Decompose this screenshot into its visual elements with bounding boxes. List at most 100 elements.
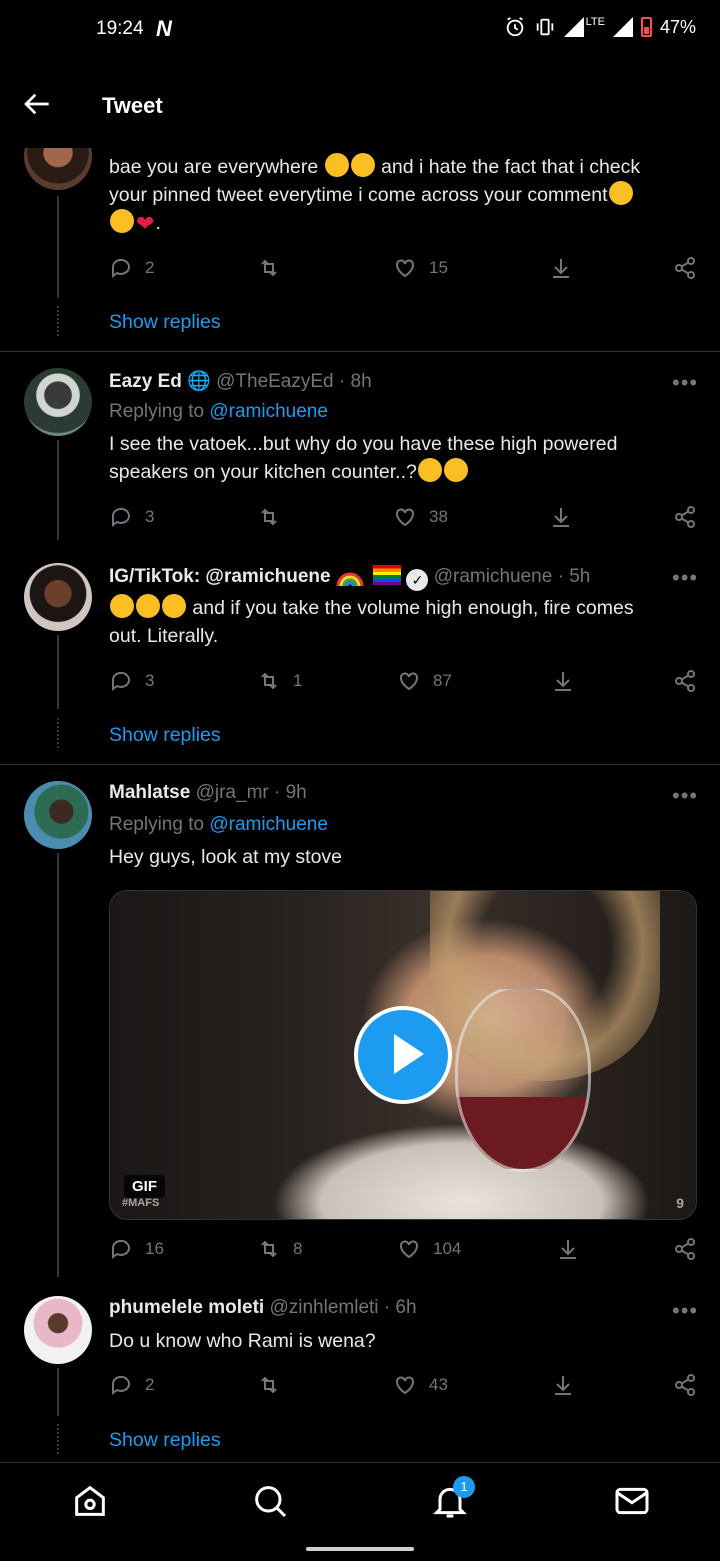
search-icon[interactable]	[250, 1481, 290, 1521]
battery-icon	[640, 17, 652, 37]
avatar[interactable]	[24, 781, 92, 849]
share-button[interactable]	[673, 505, 697, 529]
reply-button[interactable]: 2	[109, 1373, 154, 1397]
notification-count-badge: 1	[453, 1476, 475, 1498]
share-icon	[675, 1374, 695, 1396]
tweet-author-line: phumelele moleti @zinhlemleti · 6h	[109, 1297, 417, 1319]
retweet-button[interactable]: 1	[257, 669, 302, 693]
more-options-button[interactable]: •••	[672, 565, 698, 591]
tweet-time: · 5h	[557, 566, 591, 587]
reply-count: 3	[145, 671, 155, 690]
author-handle[interactable]: @TheEazyEd	[216, 371, 334, 392]
like-count: 38	[429, 507, 448, 526]
author-handle[interactable]: @jra_mr	[196, 782, 269, 803]
share-button[interactable]	[673, 669, 697, 693]
more-options-button[interactable]: •••	[672, 783, 698, 809]
play-button-icon[interactable]	[354, 1006, 452, 1104]
divider	[0, 351, 720, 352]
tweet-actions: 3 1 87	[109, 669, 699, 697]
share-icon	[675, 670, 695, 692]
wine-glass-shape	[455, 986, 591, 1172]
tweet-text: I see the vatoek...but why do you have t…	[109, 433, 618, 483]
mention-link[interactable]: @ramichuene	[209, 814, 328, 835]
download-button[interactable]	[549, 256, 573, 280]
rainbow-emoji	[336, 572, 364, 586]
retweet-count: 1	[293, 671, 303, 690]
retweet-button[interactable]	[257, 1373, 293, 1397]
like-button[interactable]: 15	[393, 256, 448, 280]
heart-icon	[396, 259, 414, 278]
avatar[interactable]	[24, 1296, 92, 1364]
status-bar: 19:24 N LTE 47%	[0, 0, 720, 60]
home-indicator	[306, 1547, 414, 1551]
author-handle[interactable]: @ramichuene	[434, 566, 553, 587]
reply-button[interactable]: 16	[109, 1237, 164, 1261]
avatar[interactable]	[24, 368, 92, 436]
signal-icon	[563, 17, 584, 37]
messages-icon[interactable]	[612, 1481, 652, 1521]
tweet-time: · 6h	[383, 1297, 417, 1318]
like-button[interactable]: 38	[393, 505, 448, 529]
replying-to: Replying to @ramichuene	[109, 814, 328, 835]
reply-button[interactable]: 3	[109, 669, 154, 693]
retweet-button[interactable]	[257, 505, 293, 529]
tweet-actions: 2 15	[109, 256, 699, 284]
globe-emoji: 🌐	[187, 371, 211, 392]
download-button[interactable]	[551, 669, 575, 693]
retweet-count: 8	[293, 1239, 303, 1258]
home-icon[interactable]	[70, 1481, 110, 1521]
reply-count: 3	[145, 507, 155, 526]
download-icon	[553, 508, 569, 527]
share-button[interactable]	[673, 1373, 697, 1397]
reply-icon	[111, 1375, 130, 1395]
reply-button[interactable]: 3	[109, 505, 154, 529]
reply-icon	[111, 1239, 130, 1259]
back-arrow-icon[interactable]	[22, 88, 54, 120]
verified-badge-icon: ✓	[406, 569, 429, 591]
thread-dots	[57, 306, 61, 336]
show-replies-link[interactable]: Show replies	[109, 311, 221, 334]
download-icon	[555, 1376, 571, 1395]
reply-icon	[111, 671, 130, 691]
like-button[interactable]: 43	[393, 1373, 448, 1397]
tweet-text: Do u know who Rami is wena?	[109, 1330, 376, 1352]
reply-count: 2	[145, 258, 155, 277]
like-button[interactable]: 104	[397, 1237, 461, 1261]
retweet-button[interactable]	[257, 256, 293, 280]
author-name[interactable]: IG/TikTok: @ramichuene	[109, 566, 331, 587]
share-button[interactable]	[673, 1237, 697, 1261]
battery-level: 47%	[659, 16, 696, 37]
heart-icon	[400, 672, 418, 691]
thread-line	[57, 1368, 59, 1416]
crying-emoji	[608, 181, 633, 205]
download-button[interactable]	[549, 505, 573, 529]
download-button[interactable]	[556, 1237, 580, 1261]
show-replies-link[interactable]: Show replies	[109, 724, 221, 747]
more-options-button[interactable]: •••	[672, 370, 698, 396]
author-handle[interactable]: @zinhlemleti	[269, 1297, 378, 1318]
author-name[interactable]: Mahlatse	[109, 782, 190, 803]
reply-icon	[111, 507, 130, 527]
author-name[interactable]: phumelele moleti	[109, 1297, 264, 1318]
retweet-button[interactable]: 8	[257, 1237, 302, 1261]
crying-emoji	[350, 153, 375, 177]
more-options-button[interactable]: •••	[672, 1298, 698, 1324]
tweet-author-line: IG/TikTok: @ramichuene ✓ @ramichuene · 5…	[109, 564, 590, 591]
mention-link[interactable]: @ramichuene	[209, 401, 328, 422]
reply-button[interactable]: 2	[109, 256, 154, 280]
like-count: 43	[429, 1375, 448, 1394]
gif-media[interactable]: GIF #MAFS 9	[109, 890, 697, 1220]
like-button[interactable]: 87	[397, 669, 452, 693]
thread-line	[57, 196, 59, 298]
network-type: LTE	[585, 16, 605, 28]
download-icon	[555, 672, 571, 691]
download-button[interactable]	[551, 1373, 575, 1397]
download-icon	[560, 1240, 576, 1259]
show-replies-link[interactable]: Show replies	[109, 1429, 221, 1452]
share-button[interactable]	[673, 256, 697, 280]
avatar[interactable]	[24, 563, 92, 631]
author-name[interactable]: Eazy Ed	[109, 371, 182, 392]
tweet-text: Hey guys, look at my stove	[109, 846, 343, 868]
gif-badge: GIF	[124, 1175, 165, 1198]
replying-to: Replying to @ramichuene	[109, 401, 328, 422]
